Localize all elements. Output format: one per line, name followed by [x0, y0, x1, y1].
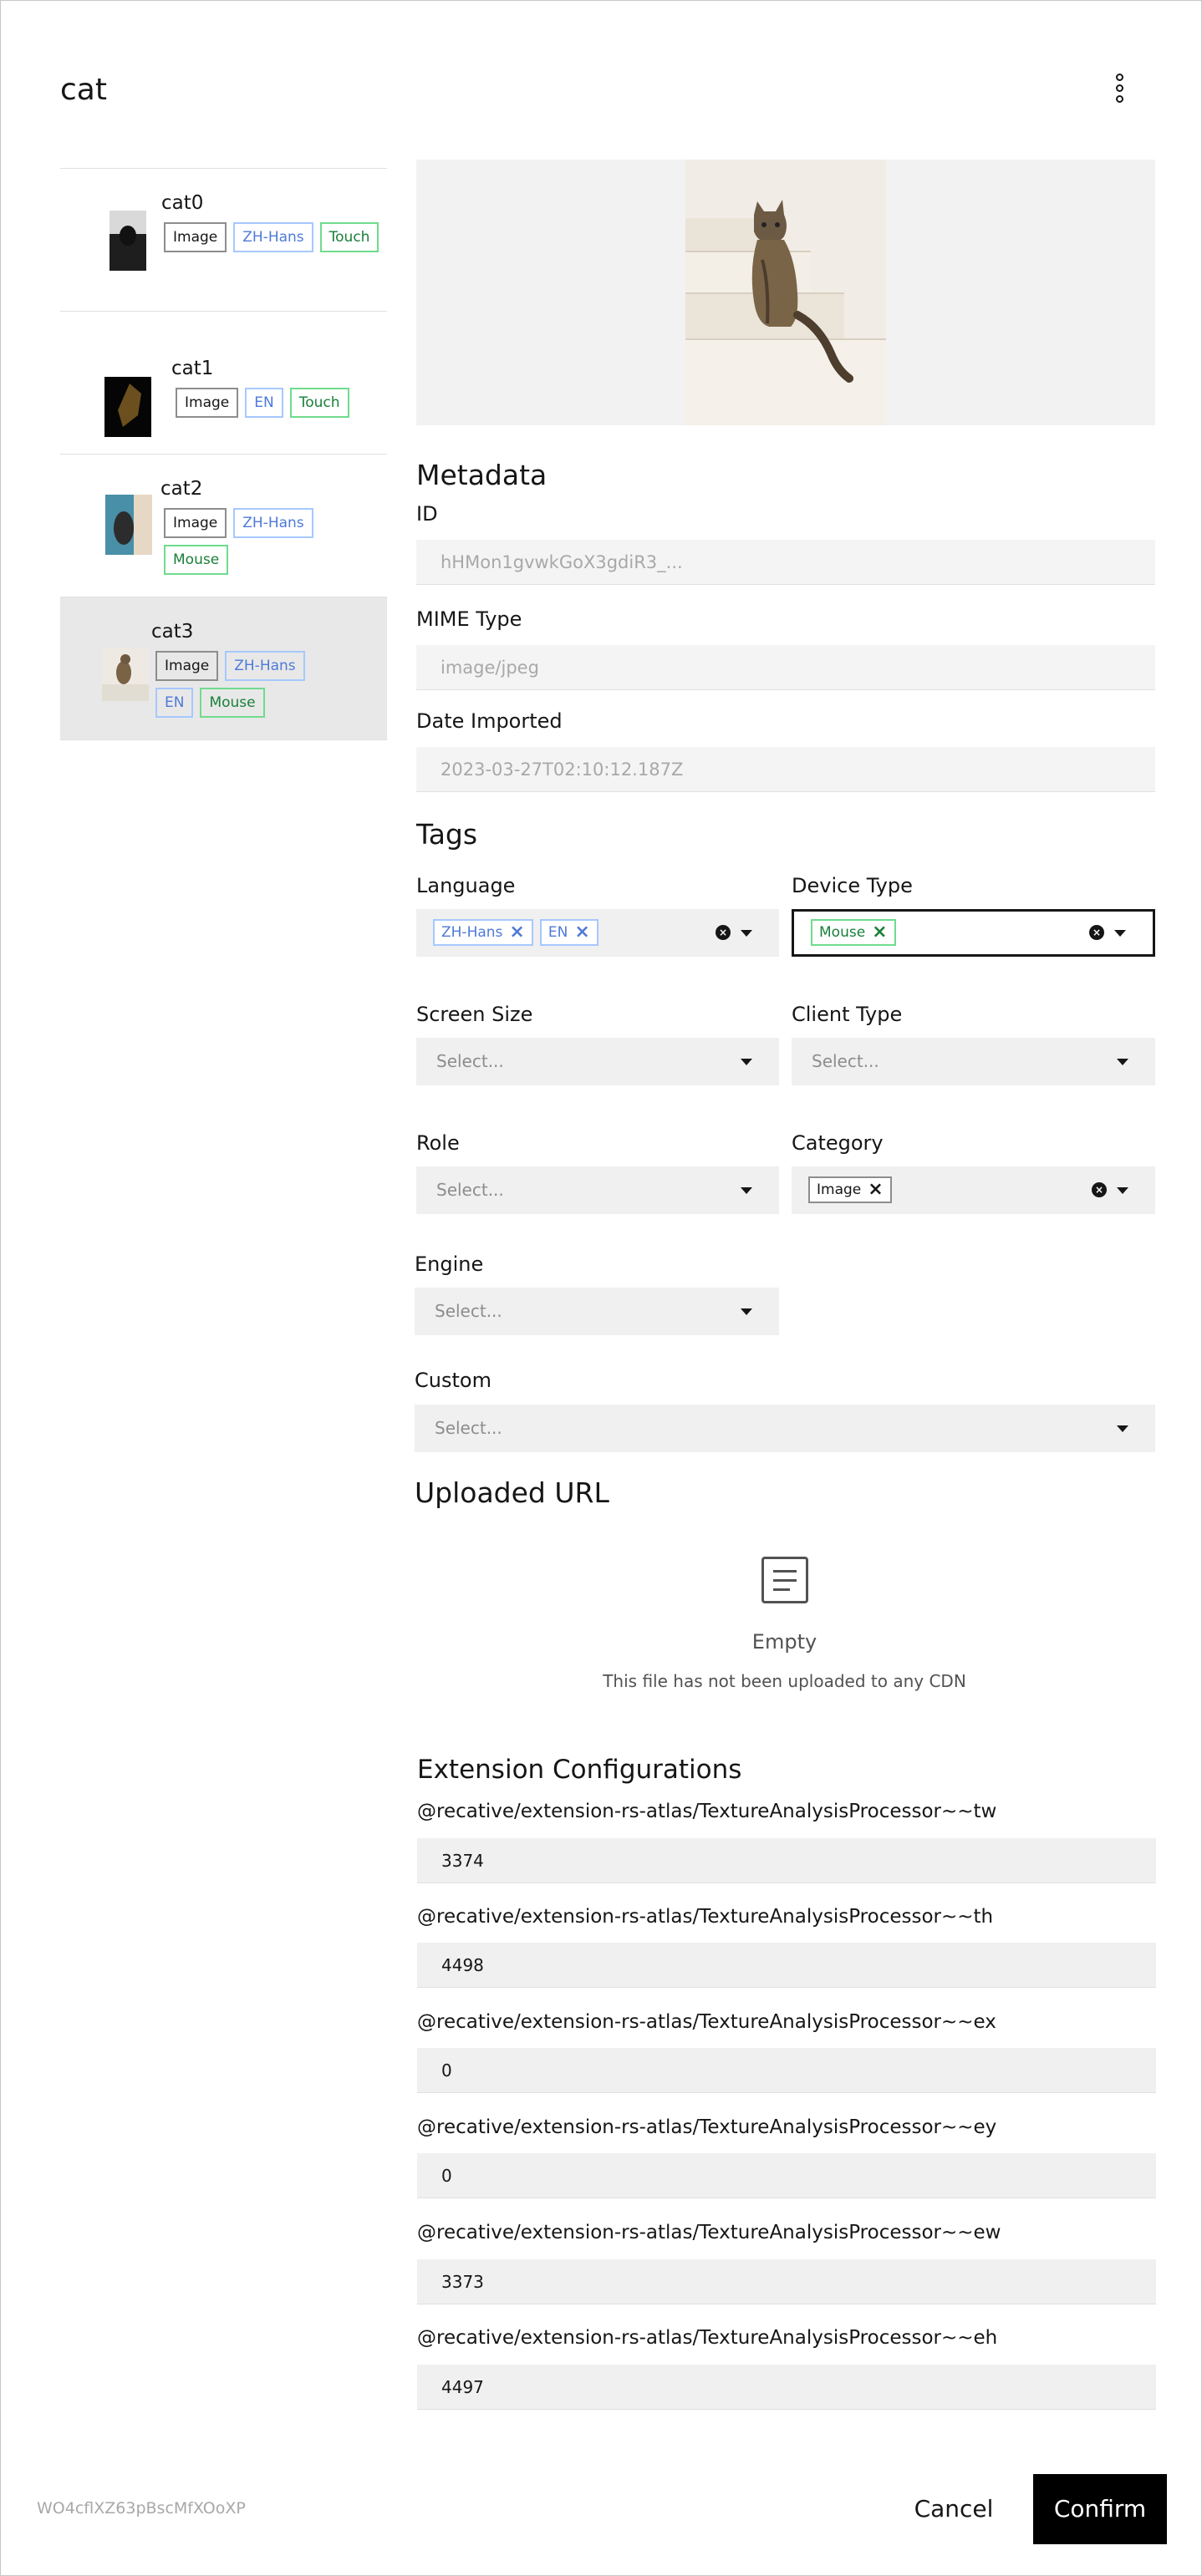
extension-field-input[interactable]: 0: [417, 2153, 1156, 2198]
document-icon: [761, 1557, 808, 1603]
role-select[interactable]: Select...: [416, 1166, 779, 1214]
metadata-heading: Metadata: [416, 459, 548, 491]
chevron-down-icon: [1117, 1187, 1128, 1194]
mime-field: image/jpeg: [416, 645, 1155, 690]
asset-name: cat1: [171, 358, 214, 379]
tag-device: Touch: [319, 222, 379, 252]
tag-language: EN: [155, 688, 194, 718]
asset-list: cat0 Image ZH-Hans Touch cat1 Image EN T…: [60, 168, 387, 740]
modal-title: cat: [60, 73, 107, 107]
chevron-down-icon: [741, 930, 752, 937]
asset-item-cat1[interactable]: cat1 Image EN Touch: [60, 312, 387, 455]
screen-size-select[interactable]: Select...: [416, 1038, 779, 1085]
confirm-button[interactable]: Confirm: [1033, 2474, 1167, 2544]
asset-thumbnail: [110, 211, 146, 271]
cancel-button[interactable]: Cancel: [895, 2474, 1012, 2544]
extension-field-input[interactable]: 0: [417, 2048, 1156, 2093]
extension-field-label: @recative/extension-rs-atlas/TextureAnal…: [417, 2222, 1001, 2243]
asset-item-cat2[interactable]: cat2 Image ZH-Hans Mouse: [60, 455, 387, 597]
clear-icon[interactable]: ×: [1092, 1182, 1107, 1197]
device-chip: Mouse ×: [811, 919, 896, 946]
tag-category: Image: [164, 508, 227, 538]
date-field: 2023-03-27T02:10:12.187Z: [416, 747, 1155, 792]
uploaded-url-heading: Uploaded URL: [415, 1476, 609, 1509]
asset-name: cat0: [161, 192, 204, 214]
chevron-down-icon: [1117, 1425, 1128, 1432]
remove-icon[interactable]: ×: [872, 923, 887, 942]
date-label: Date Imported: [416, 709, 563, 733]
tag-category: Image: [164, 222, 227, 252]
mime-label: MIME Type: [416, 607, 522, 631]
chevron-down-icon: [1117, 1059, 1128, 1065]
image-preview: [416, 160, 1155, 425]
asset-details-modal: cat cat0 Image ZH-Hans Touch cat1 Image …: [0, 0, 1202, 2576]
asset-tags: Image ZH-Hans Mouse: [164, 508, 381, 575]
chevron-down-icon: [741, 1059, 752, 1065]
clear-icon[interactable]: ×: [716, 925, 731, 940]
custom-select[interactable]: Select...: [415, 1405, 1155, 1452]
tag-device: Touch: [289, 388, 349, 418]
tag-language: ZH-Hans: [233, 508, 313, 538]
remove-icon[interactable]: ×: [574, 923, 589, 942]
asset-item-cat0[interactable]: cat0 Image ZH-Hans Touch: [60, 169, 387, 312]
empty-state-title: Empty: [751, 1630, 817, 1654]
chevron-down-icon: [741, 1187, 752, 1194]
device-type-label: Device Type: [792, 874, 913, 897]
tag-language: ZH-Hans: [225, 651, 305, 681]
asset-thumbnail: [104, 377, 151, 437]
extension-field-input[interactable]: 4497: [417, 2365, 1156, 2410]
asset-name: cat3: [151, 621, 194, 643]
category-chip: Image ×: [808, 1176, 892, 1203]
client-type-label: Client Type: [792, 1003, 903, 1026]
asset-thumbnail: [102, 648, 149, 701]
category-select[interactable]: Image × ×: [792, 1166, 1155, 1214]
id-label: ID: [416, 502, 438, 526]
extension-field-input[interactable]: 4498: [417, 1943, 1156, 1988]
extension-field-label: @recative/extension-rs-atlas/TextureAnal…: [417, 2116, 997, 2138]
extension-field-input[interactable]: 3373: [417, 2259, 1156, 2304]
tag-category: Image: [176, 388, 239, 418]
asset-tags: Image EN Touch: [176, 388, 385, 418]
language-label: Language: [416, 874, 516, 897]
custom-label: Custom: [415, 1369, 491, 1392]
extension-field-label: @recative/extension-rs-atlas/TextureAnal…: [417, 2011, 996, 2033]
engine-label: Engine: [415, 1252, 484, 1276]
asset-name: cat2: [160, 478, 203, 500]
remove-icon[interactable]: ×: [868, 1181, 883, 1199]
tag-device: Mouse: [164, 545, 229, 575]
empty-state-subtitle: This file has not been uploaded to any C…: [603, 1671, 966, 1691]
client-type-select[interactable]: Select...: [792, 1038, 1155, 1085]
chevron-down-icon: [1114, 930, 1126, 937]
category-label: Category: [792, 1131, 884, 1155]
remove-icon[interactable]: ×: [509, 923, 524, 942]
asset-tags: Image ZH-Hans EN Mouse: [155, 651, 323, 718]
asset-thumbnail: [105, 495, 152, 555]
tag-language: EN: [245, 388, 283, 418]
asset-item-cat3[interactable]: cat3 Image ZH-Hans EN Mouse: [60, 597, 387, 740]
screen-size-label: Screen Size: [416, 1003, 533, 1026]
clear-icon[interactable]: ×: [1089, 925, 1104, 940]
role-label: Role: [416, 1131, 460, 1155]
language-select[interactable]: ZH-Hans × EN × ×: [416, 909, 779, 957]
tag-device: Mouse: [200, 688, 265, 718]
tag-category: Image: [155, 651, 219, 681]
tag-language: ZH-Hans: [233, 222, 313, 252]
tags-heading: Tags: [416, 818, 478, 851]
engine-select[interactable]: Select...: [415, 1288, 779, 1335]
language-chip: ZH-Hans ×: [433, 919, 533, 946]
id-field: hHMon1gvwkGoX3gdiR3_...: [416, 540, 1155, 585]
extension-field-label: @recative/extension-rs-atlas/TextureAnal…: [417, 1801, 997, 1822]
asset-tags: Image ZH-Hans Touch: [164, 222, 381, 252]
extension-field-label: @recative/extension-rs-atlas/TextureAnal…: [417, 1906, 994, 1928]
cat-photo: [685, 160, 886, 425]
extension-field-label: @recative/extension-rs-atlas/TextureAnal…: [417, 2327, 998, 2349]
language-chip: EN ×: [539, 919, 598, 946]
extensions-heading: Extension Configurations: [417, 1755, 742, 1785]
device-type-select[interactable]: Mouse × ×: [792, 909, 1155, 957]
overflow-menu-icon[interactable]: [1104, 69, 1134, 106]
chevron-down-icon: [741, 1308, 752, 1315]
extension-field-input[interactable]: 3374: [417, 1838, 1156, 1883]
asset-id-footer: WO4cflXZ63pBscMfXOoXP: [37, 2499, 246, 2518]
